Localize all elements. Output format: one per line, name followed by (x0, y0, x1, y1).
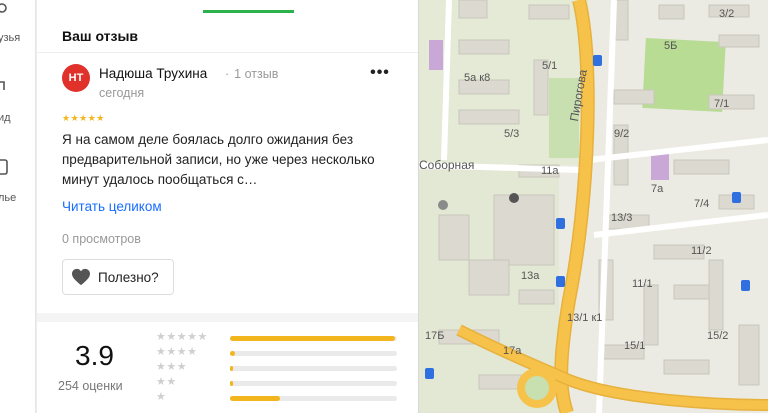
map-label: 15/2 (707, 330, 729, 342)
map-label: 5а к8 (464, 72, 491, 84)
map-label: 5/1 (542, 60, 558, 72)
map-view[interactable]: 3/2 5Б 5а к8 5/1 7/1 5/3 9/2 Пирогова Со… (419, 0, 768, 413)
helpful-button[interactable]: Полезно? (62, 259, 174, 295)
rail-item-portfolio[interactable]: лье (0, 156, 36, 204)
rating-bar-fill (230, 351, 235, 356)
map-label: 15/1 (624, 340, 646, 352)
map-label: 7/4 (694, 198, 710, 210)
more-options-button[interactable]: ••• (370, 65, 390, 86)
map-label: 11/1 (632, 278, 653, 290)
read-more-link[interactable]: Читать целиком (62, 199, 162, 214)
author-name[interactable]: Надюша Трухина (99, 66, 207, 81)
map-label: 5/3 (504, 128, 520, 140)
avatar[interactable]: НТ (62, 64, 90, 92)
rating-row-3: ★★★ (156, 360, 401, 375)
section-divider (37, 313, 418, 322)
rating-bar-fill (230, 336, 396, 341)
rail-label-portfolio: лье (0, 192, 17, 204)
author-review-count: 1 отзыв (234, 67, 279, 81)
map-label: 7/1 (714, 98, 730, 110)
map-label: 11/2 (691, 245, 712, 257)
helpful-label: Полезно? (98, 269, 159, 285)
rail-item-guide[interactable]: ид (0, 78, 36, 124)
map-label: 17а (503, 345, 522, 357)
map-label: 7а (651, 183, 664, 195)
rating-row-stars: ★★★★★ (156, 330, 208, 343)
views-count: 0 просмотров (62, 232, 141, 246)
street-label: Соборная (419, 158, 475, 172)
map-label: 11а (541, 165, 559, 177)
review-stars: ★★★★★ (62, 113, 105, 123)
map-label: 3/2 (719, 8, 735, 20)
rating-row-1: ★ (156, 390, 401, 405)
author-meta: · 1 отзыв (225, 67, 278, 81)
guide-icon (0, 81, 5, 90)
rating-row-4: ★★★★ (156, 345, 401, 360)
rail-label-guide: ид (0, 112, 11, 124)
review-date: сегодня (99, 86, 145, 100)
rating-bar-fill (230, 381, 234, 386)
rail-item-friends[interactable]: узья (0, 2, 36, 44)
rating-bar-track (230, 381, 397, 386)
rating-count: 254 оценки (58, 379, 123, 393)
review-text: Я на самом деле боялась долго ожидания б… (62, 132, 375, 187)
friends-icon (0, 3, 7, 13)
rating-row-stars: ★★★★ (156, 345, 198, 358)
rating-bar-fill (230, 366, 234, 371)
heart-icon (72, 268, 90, 286)
rating-row-stars: ★★★ (156, 360, 188, 373)
rating-row-stars: ★ (156, 390, 167, 403)
rating-bar-track (230, 366, 397, 371)
map-label: 13а (521, 270, 540, 282)
active-tab-indicator (203, 10, 294, 13)
rating-bar-track (230, 351, 397, 356)
review-panel: Ваш отзыв НТ Надюша Трухина · 1 отзыв сег… (37, 0, 418, 413)
rail-label-friends: узья (0, 32, 21, 44)
rating-score: 3.9 (75, 340, 114, 371)
rating-row-5: ★★★★★ (156, 330, 401, 345)
left-rail: узья ид лье (0, 0, 36, 413)
rating-bar-track (230, 396, 397, 401)
section-title: Ваш отзыв (62, 28, 139, 44)
portfolio-icon (0, 159, 8, 175)
rating-row-2: ★★ (156, 375, 401, 390)
rating-row-stars: ★★ (156, 375, 177, 388)
rating-bar-fill (230, 396, 281, 401)
divider (37, 52, 418, 53)
map-canvas (419, 0, 768, 413)
rating-bar-track (230, 336, 397, 341)
separator-dot: · (225, 67, 230, 81)
map-label: 9/2 (614, 128, 630, 140)
map-label: 17Б (425, 330, 445, 342)
map-label: 13/1 к1 (567, 312, 603, 324)
map-label: 5Б (664, 40, 678, 52)
map-label: 13/3 (611, 212, 633, 224)
